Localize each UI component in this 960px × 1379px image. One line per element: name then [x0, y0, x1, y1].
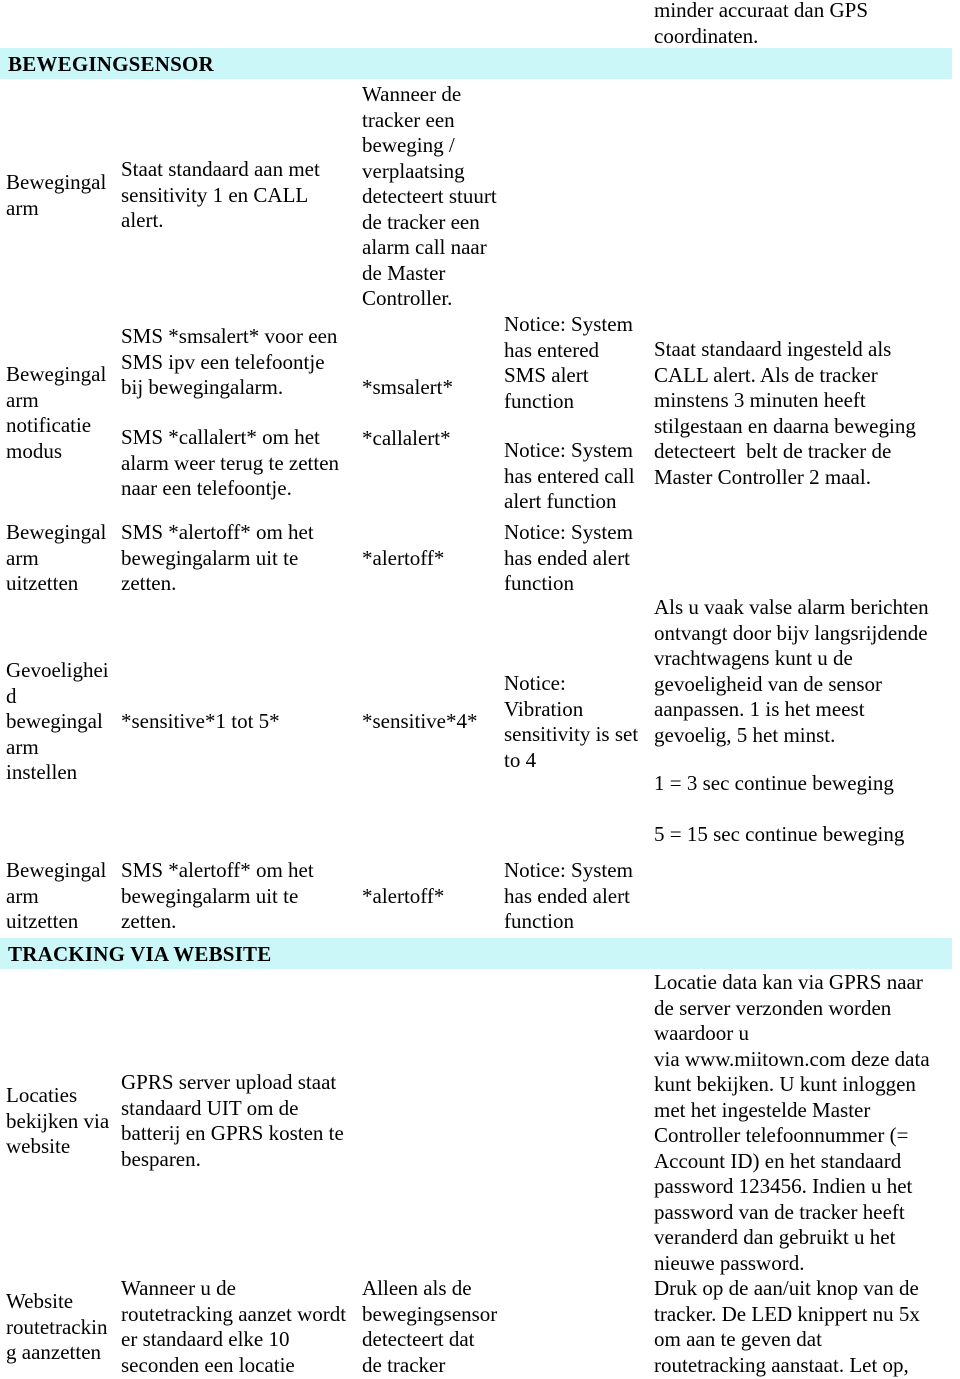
row-function-notificatie-modus: Bewegingal arm notificatie modus — [6, 362, 107, 463]
row-command-routetracking-aanzetten: Alleen als de bewegingsensor detecteert … — [362, 1276, 498, 1377]
row-description-routetracking-aanzetten: Wanneer u de routetracking aanzet wordt … — [121, 1276, 347, 1377]
row-description-gevoeligheid: *sensitive*1 tot 5* — [121, 709, 280, 733]
row-description-bewegingalarm-arm: Staat standaard aan met sensitivity 1 en… — [121, 157, 320, 232]
row-function-uitzetten-2: Bewegingal arm uitzetten — [6, 858, 107, 933]
row-remarks-notificatie-modus: Staat standaard ingesteld als CALL alert… — [654, 337, 916, 489]
row-notice-notificatie-modus-2: Notice: System has entered call alert fu… — [504, 438, 635, 513]
row-description-locaties-bekijken: GPRS server upload staat standaard UIT o… — [121, 1070, 344, 1171]
row-notice-notificatie-modus-1: Notice: System has entered SMS alert fun… — [504, 312, 633, 413]
row-command-notificatie-modus-1: *smsalert* — [362, 375, 453, 399]
section-heading-tracking-via-website: TRACKING VIA WEBSITE — [8, 942, 272, 966]
row-command-uitzetten-2: *alertoff* — [362, 884, 445, 908]
row-response-bewegingalarm-arm: Wanneer de tracker een beweging / verpla… — [362, 82, 497, 310]
top-continuation-text: minder accuraat dan GPS coordinaten. — [654, 0, 869, 48]
row-remarks-gevoeligheid-2: 1 = 3 sec continue beweging — [654, 771, 894, 795]
row-description-notificatie-modus-2: SMS *callalert* om het alarm weer terug … — [121, 425, 340, 500]
row-command-gevoeligheid: *sensitive*4* — [362, 709, 478, 733]
row-notice-uitzetten-2: Notice: System has ended alert function — [504, 858, 633, 933]
row-function-routetracking-aanzetten: Website routetrackin g aanzetten — [6, 1289, 108, 1364]
row-description-uitzetten-1: SMS *alertoff* om het bewegingalarm uit … — [121, 520, 314, 595]
row-command-uitzetten-1: *alertoff* — [362, 546, 445, 570]
row-remarks-gevoeligheid-3: 5 = 15 sec continue beweging — [654, 822, 905, 846]
document-page: minder accuraat dan GPS coordinaten. BEW… — [0, 0, 960, 1379]
row-command-notificatie-modus-2: *callalert* — [362, 426, 451, 450]
row-remarks-locaties-bekijken: Locatie data kan via GPRS naar de server… — [654, 970, 930, 1275]
row-notice-uitzetten-1: Notice: System has ended alert function — [504, 520, 633, 595]
row-description-notificatie-modus-1: SMS *smsalert* voor een SMS ipv een tele… — [121, 324, 338, 399]
row-remarks-gevoeligheid-1: Als u vaak valse alarm berichten ontvang… — [654, 595, 929, 747]
row-notice-gevoeligheid: Notice: Vibration sensitivity is set to … — [504, 671, 639, 772]
row-remarks-routetracking-aanzetten: Druk op de aan/uit knop van de tracker. … — [654, 1276, 920, 1377]
row-function-uitzetten-1: Bewegingal arm uitzetten — [6, 520, 107, 595]
row-function-gevoeligheid: Gevoelighei d bewegingal arm instellen — [6, 658, 109, 784]
section-heading-bewegingsensor: BEWEGINGSENSOR — [8, 52, 214, 76]
row-description-uitzetten-2: SMS *alertoff* om het bewegingalarm uit … — [121, 858, 314, 933]
row-function-bewegingalarm-arm: Bewegingal arm — [6, 170, 107, 220]
row-function-locaties-bekijken: Locaties bekijken via website — [6, 1083, 110, 1158]
